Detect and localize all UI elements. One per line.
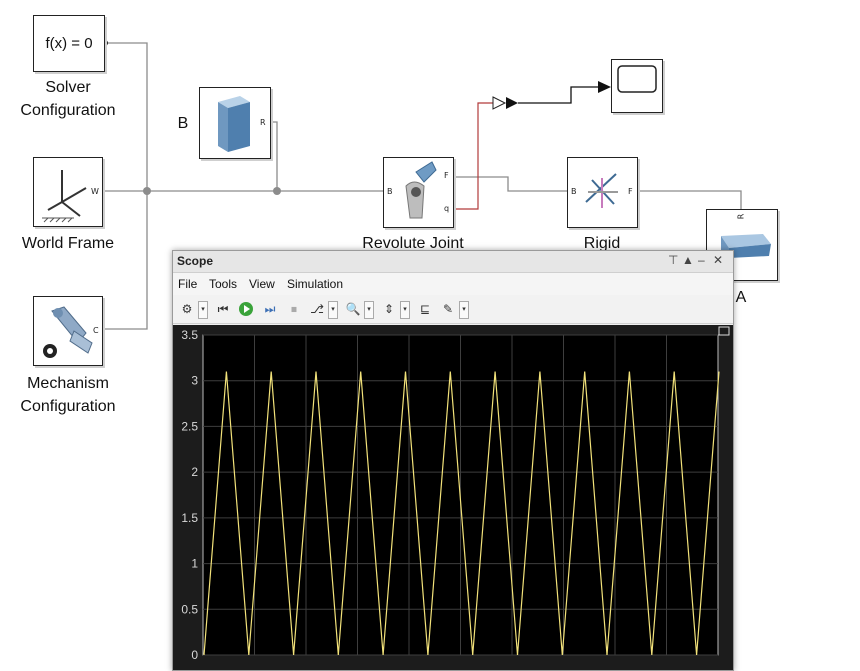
undock-icon[interactable]: ▲ [682,253,694,267]
signal-arrow [598,81,611,93]
y-tick-label: 3 [191,374,198,388]
menu-file[interactable]: File [178,277,197,291]
port-w: W [91,187,99,196]
junction-dot [273,187,281,195]
rigid-transform-icon [585,173,618,208]
body-a-label: A [735,289,747,306]
ps-simulink-converter [492,96,507,110]
ps-simulink-converter-arrow [506,97,518,109]
solver-configuration-block[interactable]: f(x) = 0 [33,15,105,72]
zoom-dropdown-arrow-icon[interactable]: ▾ [364,301,374,319]
scope-block[interactable] [611,59,663,113]
port-b: B [571,187,577,196]
world-frame-block[interactable]: W [33,157,103,227]
scope-chart: 0 0.5 1 1.5 2 2.5 3 3.5 [181,326,730,662]
mechanism-configuration-label: Mechanism Configuration [20,375,116,415]
step-forward-icon[interactable]: ⏭ [261,300,279,318]
port-c: C [93,326,99,335]
settings-gear-icon[interactable]: ⚙ [178,300,196,318]
y-tick-label: 2.5 [181,419,198,433]
body-b-block[interactable]: R [199,87,271,159]
revolute-joint-block[interactable]: B F q [383,157,454,228]
revolute-joint-label: Revolute Joint [362,235,464,250]
y-tick-label: 0 [191,648,198,662]
scope-icon [617,65,657,93]
connection-line [636,190,742,210]
expand-plot-icon [718,326,730,336]
measurement-dropdown-arrow-icon[interactable]: ▾ [459,301,469,319]
junction-dot [143,187,151,195]
measurement-icon[interactable]: ✎ [439,300,457,318]
port-b: B [387,187,393,196]
stop-icon[interactable]: ⏹ [285,300,303,318]
minimize-icon[interactable]: – [698,253,705,267]
port-f: F [444,171,449,180]
port-r: R [736,213,746,220]
signal-line [452,102,493,210]
y-tick-label: 2 [191,465,198,479]
y-tick-label: 1.5 [181,511,198,525]
rigid-transform-label: Rigid [583,235,621,250]
menu-view[interactable]: View [249,277,275,291]
menu-tools[interactable]: Tools [209,277,237,291]
scope-window[interactable]: Scope ⊤ ▲ – ✕ File Tools View Simulation… [172,250,734,671]
autoscale-icon[interactable]: ⇕ [380,300,398,318]
signal-line [518,86,600,104]
y-tick-label: 1 [191,557,198,571]
step-back-icon[interactable]: ⏮ [214,300,232,318]
scope-menubar: File Tools View Simulation [173,273,733,295]
signal-dropdown-arrow-icon[interactable]: ▾ [328,301,338,319]
connection-line [452,176,567,192]
scope-plot-area[interactable]: 0 0.5 1 1.5 2 2.5 3 3.5 [173,325,733,670]
pin-icon[interactable]: ⊤ [668,253,678,267]
port-f: F [628,187,633,196]
scope-title: Scope [177,254,214,268]
menu-simulation[interactable]: Simulation [287,277,343,291]
settings-dropdown-arrow-icon[interactable]: ▾ [198,301,208,319]
trigger-icon[interactable]: ⊑ [416,300,434,318]
world-frame-label: World Frame [21,235,115,252]
scope-title-bar[interactable]: Scope ⊤ ▲ – ✕ [173,251,733,273]
solver-expression: f(x) = 0 [45,35,93,52]
revolute-joint-icon [405,161,437,219]
close-icon[interactable]: ✕ [713,253,723,267]
signal-selector-icon[interactable]: ⎇ [308,300,326,318]
y-tick-label: 0.5 [181,602,198,616]
run-play-icon[interactable] [237,300,255,318]
body-b-name: B [177,115,189,132]
autoscale-dropdown-arrow-icon[interactable]: ▾ [400,301,410,319]
robot-arm-icon [43,306,93,358]
rigid-transform-block[interactable]: B F [567,157,638,228]
port-q: q [444,204,450,213]
zoom-icon[interactable]: 🔍 [344,300,362,318]
port-r: R [260,118,266,127]
solver-configuration-label: Solver Configuration [20,79,116,119]
mechanism-configuration-block[interactable]: C [33,296,103,366]
y-tick-label: 3.5 [181,328,198,342]
scope-toolbar: ⚙ ▾ ⏮ ⏭ ⏹ ⎇ ▾ 🔍 ▾ ⇕ ▾ ⊑ ✎ ▾ [173,295,733,324]
